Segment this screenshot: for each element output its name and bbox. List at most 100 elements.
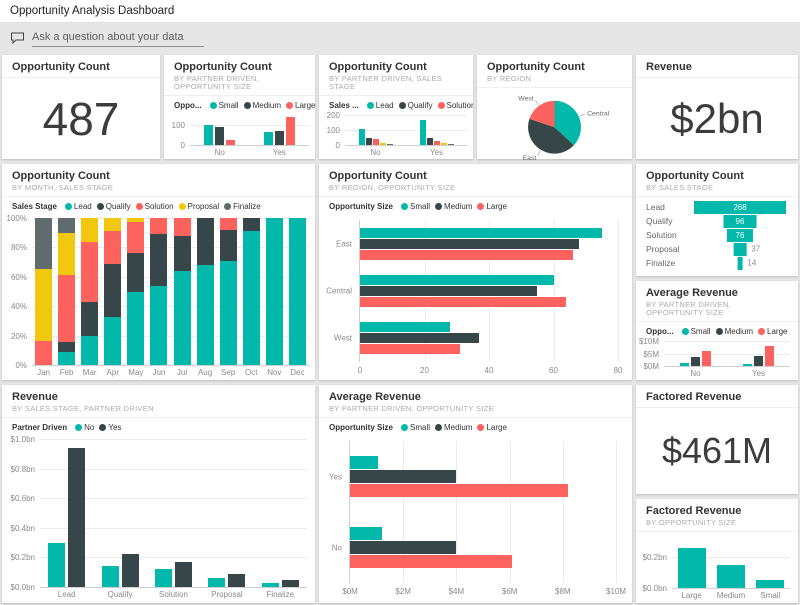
bar-group [751, 542, 790, 588]
bar [678, 548, 706, 588]
pie-label-leader [538, 151, 541, 156]
legend-swatch [97, 203, 104, 210]
tile-count-by-partner-size[interactable]: Opportunity Count BY PARTNER DRIVEN, OPP… [164, 55, 315, 159]
speech-bubble-icon [10, 32, 25, 44]
axis-tick-label: 20% [2, 332, 27, 341]
legend-item: Small [401, 202, 430, 211]
bar [359, 129, 365, 145]
axis-tick-label: 100% [2, 214, 27, 223]
chart-legend: Opportunity SizeSmallMediumLarge [319, 197, 632, 212]
chart-legend: Oppo...SmallMediumLarge [164, 96, 315, 111]
funnel-row: Solution 76 [646, 229, 786, 242]
legend-title: Sales ... [329, 101, 359, 110]
plot-area: $0M$2M$4M$6M$8M$10MYesNo [349, 441, 616, 583]
bar [360, 239, 579, 249]
tile-count-by-region-size[interactable]: Opportunity Count BY REGION, OPPORTUNITY… [319, 164, 632, 380]
tile-title: Opportunity Count [12, 61, 150, 73]
bar-rows: EastCentralWest [360, 220, 618, 362]
funnel-bar-zone: 96 [694, 215, 786, 228]
axis-tick-label: $5M [636, 350, 659, 359]
bar-rows: YesNo [350, 441, 616, 583]
stack-segment [81, 336, 98, 365]
plot-area: 020406080EastCentralWest [359, 220, 618, 362]
bar [228, 574, 245, 587]
bar [122, 554, 139, 587]
tile-subtitle: BY SALES STAGE, PARTNER DRIVEN [12, 405, 305, 413]
stack-column [127, 218, 144, 365]
legend-swatch [286, 102, 293, 109]
stack-segment [174, 271, 191, 365]
stack-column [197, 218, 214, 365]
tile-count-by-stage[interactable]: Opportunity Count BY SALES STAGE Lead268… [636, 164, 798, 276]
tile-count-by-region[interactable]: Opportunity Count BY REGION CentralEastW… [477, 55, 632, 159]
tile-avg-revenue-small[interactable]: Average Revenue BY PARTNER DRIVEN, OPPOR… [636, 281, 798, 380]
tile-subtitle: BY REGION [487, 75, 622, 83]
tile-title: Opportunity Count [487, 61, 622, 73]
stack-segment [174, 218, 191, 236]
legend-item: No [75, 423, 94, 432]
tile-opportunity-count-kpi[interactable]: Opportunity Count 487 [2, 55, 160, 159]
stack-segment [220, 261, 237, 365]
axis-tick-label: 100 [164, 121, 185, 130]
category-label: Nov [263, 365, 286, 377]
category-label: Medium [711, 588, 750, 600]
stack-column [243, 218, 260, 365]
category-label: No [190, 145, 250, 157]
stack-group [194, 218, 217, 365]
bar [360, 322, 450, 332]
ask-question-input[interactable] [32, 29, 204, 47]
tile-revenue-by-stage-partner[interactable]: Revenue BY SALES STAGE, PARTNER DRIVEN P… [2, 385, 315, 603]
legend-label: Lead [74, 202, 92, 211]
value-label: 76 [727, 229, 753, 242]
pie-label-leader [535, 101, 538, 105]
category-label: Yes [320, 472, 342, 481]
bar-row: Central [360, 275, 618, 307]
funnel-bar [734, 243, 747, 256]
legend-title: Oppo... [646, 327, 674, 336]
axis-tick-label: 20 [420, 362, 429, 375]
axis-tick-label: $0.4bn [2, 524, 35, 533]
legend-item: Lead [65, 202, 92, 211]
stack-segment [81, 242, 98, 302]
legend-swatch [75, 424, 82, 431]
legend-swatch [399, 102, 406, 109]
legend-label: Medium [444, 202, 472, 211]
tile-revenue-kpi[interactable]: Revenue $2bn [636, 55, 798, 159]
tile-count-by-partner-stage[interactable]: Opportunity Count BY PARTNER DRIVEN, SAL… [319, 55, 473, 159]
legend-swatch [758, 328, 765, 335]
stack-group [101, 218, 124, 365]
legend-label: Medium [444, 423, 472, 432]
axis-tick-label: 60 [549, 362, 558, 375]
stacked-column-chart: Sales StageLeadQualifySolutionProposalFi… [2, 197, 315, 380]
tile-count-by-month-stage[interactable]: Opportunity Count BY MONTH, SALES STAGE … [2, 164, 315, 380]
legend-swatch [401, 424, 408, 431]
legend-label: Small [410, 423, 430, 432]
tile-factored-by-size[interactable]: Factored Revenue BY OPPORTUNITY SIZE $0.… [636, 499, 798, 603]
category-label: Jun [147, 365, 170, 377]
tile-header: Opportunity Count BY REGION [477, 55, 632, 88]
legend-label: Small [691, 327, 711, 336]
bar-chart: Opportunity SizeSmallMediumLarge$0M$2M$4… [319, 418, 632, 603]
stack-column [104, 218, 121, 365]
tile-avg-revenue-by-partner[interactable]: Average Revenue BY PARTNER DRIVEN, OPPOR… [319, 385, 632, 603]
axis-tick-label: $0M [342, 583, 358, 596]
legend-item: Medium [435, 202, 472, 211]
tile-factored-revenue-kpi[interactable]: Factored Revenue $461M [636, 385, 798, 494]
legend-item: Small [210, 101, 239, 110]
column-chart: Partner DrivenNoYes$0.0bn$0.2bn$0.4bn$0.… [2, 418, 315, 603]
bar-group [254, 439, 307, 587]
category-label: Jul [170, 365, 193, 377]
stack-segment [35, 218, 52, 269]
legend-label: Solution [145, 202, 174, 211]
category-label: Yes [406, 145, 467, 157]
funnel-row: Finalize14 [646, 257, 786, 270]
category-label: Solution [646, 230, 694, 240]
legend-item: Large [477, 202, 506, 211]
category-label: No [320, 543, 342, 552]
axis-tick-label: 60% [2, 273, 27, 282]
legend-swatch [210, 102, 217, 109]
stack-segment [150, 234, 167, 285]
pie-label: Central [587, 110, 609, 117]
axis-tick-label: 200 [319, 111, 340, 120]
plot-area: 0100200NoYes [345, 115, 467, 146]
